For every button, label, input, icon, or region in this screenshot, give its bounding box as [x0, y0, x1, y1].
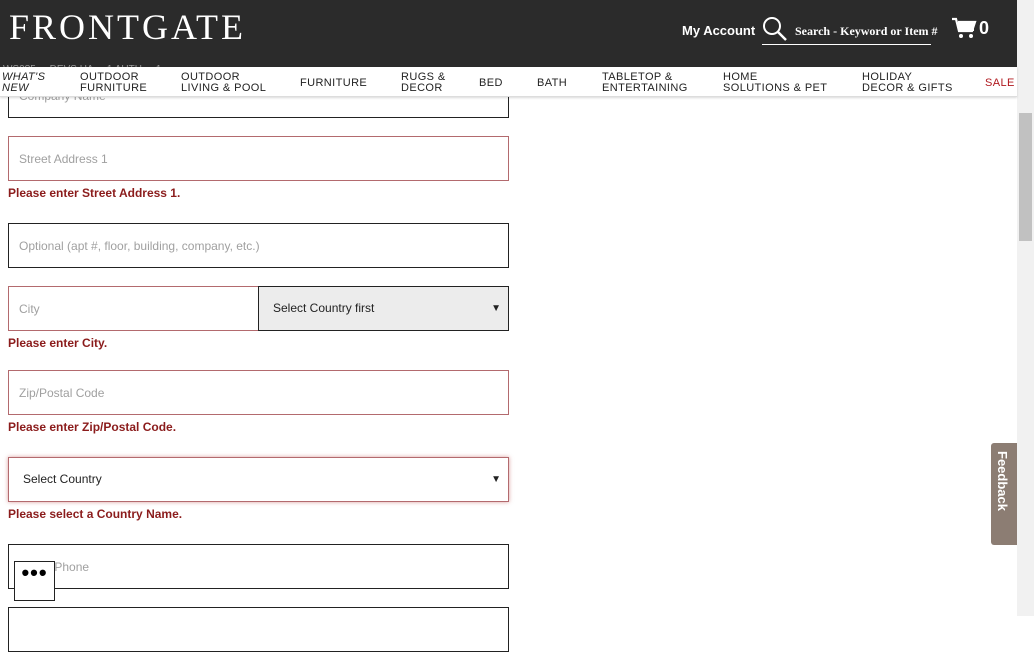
zip-error: Please enter Zip/Postal Code.: [8, 420, 177, 434]
nav-outdoor-furniture[interactable]: OUTDOOR FURNITURE: [80, 72, 147, 94]
state-select[interactable]: Select Country first ▼: [258, 286, 509, 331]
my-account-link[interactable]: My Account: [682, 23, 755, 38]
nav-sale[interactable]: SALE: [985, 78, 1015, 89]
zip-input[interactable]: [9, 371, 508, 414]
search-input[interactable]: Search - Keyword or Item #: [795, 24, 938, 39]
nav-outdoor-living-pool[interactable]: OUTDOOR LIVING & POOL: [181, 72, 266, 94]
cart-icon[interactable]: [951, 17, 977, 39]
nav-home-solutions-pet[interactable]: HOME SOLUTIONS & PET: [723, 72, 827, 94]
feedback-label: Feedback: [995, 451, 1010, 511]
city-input[interactable]: [9, 287, 258, 330]
next-field[interactable]: [8, 607, 509, 652]
city-error: Please enter City.: [8, 336, 108, 350]
country-select[interactable]: Select Country ▼: [8, 457, 509, 502]
nav-bed[interactable]: BED: [479, 78, 503, 89]
dropdown-arrow-icon: ▼: [491, 474, 501, 485]
country-error: Please select a Country Name.: [8, 507, 183, 521]
street-address-1-error: Please enter Street Address 1.: [8, 186, 181, 200]
zip-field[interactable]: [8, 370, 509, 415]
site-header: FRONTGATE My Account Search - Keyword or…: [0, 0, 1017, 67]
nav-bath[interactable]: BATH: [537, 78, 567, 89]
nav-holiday-decor-gifts[interactable]: HOLIDAY DECOR & GIFTS: [862, 72, 953, 94]
street-address-1-input[interactable]: [9, 137, 508, 180]
country-select-value: Select Country: [23, 472, 102, 486]
cart-count[interactable]: 0: [979, 18, 989, 39]
state-select-value: Select Country first: [273, 301, 375, 315]
city-field[interactable]: [8, 286, 259, 331]
feedback-tab[interactable]: Feedback: [991, 443, 1017, 545]
street-address-2-field[interactable]: [8, 223, 509, 268]
nav-tabletop-entertaining[interactable]: TABLETOP & ENTERTAINING: [602, 72, 688, 94]
more-options-button[interactable]: •••: [14, 561, 55, 601]
nav-furniture[interactable]: FURNITURE: [300, 78, 367, 89]
frontgate-logo[interactable]: FRONTGATE: [9, 6, 246, 48]
street-address-1-field[interactable]: [8, 136, 509, 181]
main-nav: WHAT'S NEW OUTDOOR FURNITURE OUTDOOR LIV…: [0, 67, 1017, 97]
home-phone-input[interactable]: [9, 545, 508, 588]
nav-whats-new[interactable]: WHAT'S NEW: [2, 72, 45, 94]
page-scrollbar[interactable]: [1017, 0, 1034, 616]
search-icon[interactable]: [762, 16, 788, 42]
street-address-2-input[interactable]: [9, 224, 508, 267]
search-box[interactable]: Search - Keyword or Item #: [762, 14, 938, 45]
home-phone-field[interactable]: [8, 544, 509, 589]
dropdown-arrow-icon: ▼: [491, 303, 501, 314]
nav-rugs-decor[interactable]: RUGS & DECOR: [401, 72, 446, 94]
scrollbar-thumb[interactable]: [1019, 113, 1032, 241]
